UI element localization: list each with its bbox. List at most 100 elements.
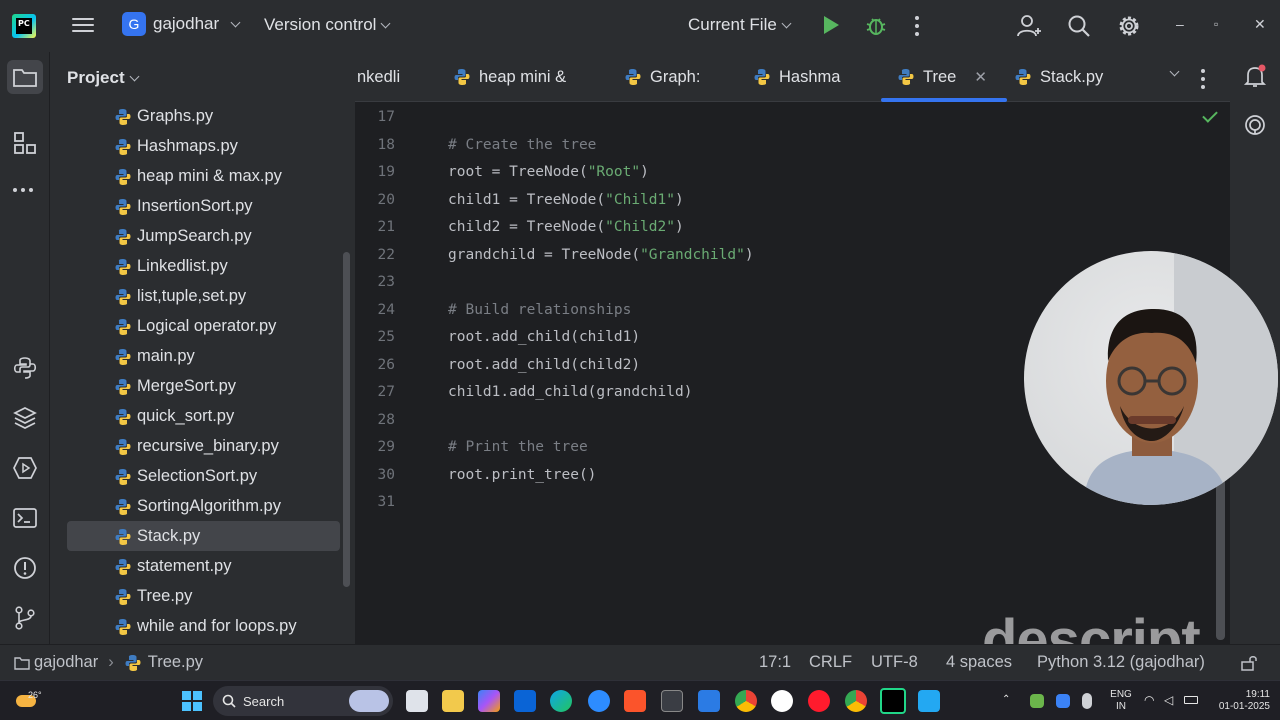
code-line[interactable]: root = TreeNode("Root")	[448, 164, 649, 180]
more-icon[interactable]	[915, 16, 921, 40]
file-tree-item[interactable]: quick_sort.py	[50, 401, 355, 431]
more-tools-icon[interactable]	[13, 188, 33, 196]
file-tree-item[interactable]: Logical operator.py	[50, 311, 355, 341]
run-config-selector[interactable]: Current File	[688, 15, 792, 35]
layers-icon[interactable]	[12, 405, 38, 431]
chrome-profile-icon[interactable]	[845, 690, 867, 712]
battery-icon[interactable]	[1184, 696, 1198, 704]
python-file-icon	[115, 109, 131, 125]
python-interpreter[interactable]: Python 3.12 (gajodhar)	[1037, 653, 1205, 672]
edge-icon[interactable]	[550, 690, 572, 712]
outlook-icon[interactable]	[514, 690, 536, 712]
run-icon[interactable]	[824, 16, 839, 34]
project-panel-title[interactable]: Project	[67, 68, 140, 88]
folder-icon[interactable]	[12, 64, 38, 90]
volume-icon[interactable]: ◁	[1164, 694, 1173, 706]
file-tree-item[interactable]: Stack.py	[67, 521, 340, 551]
add-user-icon[interactable]	[1016, 13, 1042, 39]
structure-icon[interactable]	[12, 130, 38, 156]
python-console-icon[interactable]	[12, 355, 38, 381]
tray-app-icon[interactable]	[1056, 694, 1070, 708]
close-tab-icon[interactable]: ✕	[974, 68, 987, 86]
minimize-icon[interactable]: –	[1176, 16, 1184, 32]
windows-start-icon[interactable]	[182, 691, 202, 711]
search-icon[interactable]	[1066, 13, 1092, 39]
file-tree-item[interactable]: InsertionSort.py	[50, 191, 355, 221]
file-tree-item[interactable]: Linkedlist.py	[50, 251, 355, 281]
file-tree-item[interactable]: SelectionSort.py	[50, 461, 355, 491]
project-scrollbar[interactable]	[343, 252, 350, 587]
tab-linkedlist[interactable]: nkedli	[357, 52, 400, 102]
line-ending[interactable]: CRLF	[809, 653, 852, 672]
close-icon[interactable]: ✕	[1254, 16, 1266, 33]
code-line[interactable]: # Print the tree	[448, 439, 588, 455]
file-tree-item[interactable]: Graphs.py	[50, 101, 355, 131]
code-line[interactable]: # Create the tree	[448, 137, 596, 153]
lock-icon[interactable]	[1240, 655, 1258, 671]
app-icon[interactable]	[771, 690, 793, 712]
vscode-icon[interactable]	[918, 690, 940, 712]
file-tree-item[interactable]: while and for loops.py	[50, 611, 355, 641]
notifications-icon[interactable]	[1243, 64, 1267, 90]
editor-scrollbar[interactable]	[1216, 470, 1225, 640]
code-line[interactable]: root.add_child(child2)	[448, 357, 640, 373]
code-line[interactable]: grandchild = TreeNode("Grandchild")	[448, 247, 754, 263]
file-tree-item[interactable]: SortingAlgorithm.py	[50, 491, 355, 521]
clock[interactable]: 19:11 01-01-2025	[1206, 689, 1270, 713]
copilot-icon[interactable]	[478, 690, 500, 712]
microphone-icon[interactable]	[1082, 693, 1092, 709]
language-indicator[interactable]: ENG IN	[1108, 689, 1134, 713]
indent-setting[interactable]: 4 spaces	[946, 653, 1012, 672]
wifi-icon[interactable]: ◠	[1144, 694, 1154, 706]
opera-icon[interactable]	[808, 690, 830, 712]
problems-icon[interactable]	[12, 555, 38, 581]
maximize-icon[interactable]: ▫	[1214, 17, 1218, 31]
git-icon[interactable]	[12, 605, 38, 631]
tray-app-icon[interactable]	[1030, 694, 1044, 708]
tab-hashmaps[interactable]: Hashma	[753, 52, 840, 102]
terminal-app-icon[interactable]	[661, 690, 683, 712]
code-line[interactable]: root.add_child(child1)	[448, 329, 640, 345]
file-explorer-icon[interactable]	[442, 690, 464, 712]
code-line[interactable]: child1.add_child(grandchild)	[448, 384, 692, 400]
tray-chevron-icon[interactable]: ⌃	[1002, 694, 1010, 706]
chrome-icon[interactable]	[735, 690, 757, 712]
code-line[interactable]: # Build relationships	[448, 302, 631, 318]
version-control-menu[interactable]: Version control	[264, 15, 391, 35]
notepad-icon[interactable]	[698, 690, 720, 712]
tab-tree[interactable]: Tree ✕	[881, 52, 1007, 102]
file-tree-item[interactable]: MergeSort.py	[50, 371, 355, 401]
file-tree-item[interactable]: statement.py	[50, 551, 355, 581]
file-tree-item[interactable]: recursive_binary.py	[50, 431, 355, 461]
taskbar-search[interactable]: Search	[213, 686, 393, 716]
tab-stack[interactable]: Stack.py	[1014, 52, 1103, 102]
cursor-position[interactable]: 17:1	[759, 653, 791, 672]
file-tree-item[interactable]: list,tuple,set.py	[50, 281, 355, 311]
brave-icon[interactable]	[624, 690, 646, 712]
tab-more-icon[interactable]	[1201, 69, 1207, 93]
file-tree-item[interactable]: JumpSearch.py	[50, 221, 355, 251]
file-tree-item[interactable]: Hashmaps.py	[50, 131, 355, 161]
tab-graphs[interactable]: Graph:	[624, 52, 700, 102]
project-switcher[interactable]: G gajodhar	[122, 12, 241, 36]
terminal-icon[interactable]	[12, 505, 38, 531]
zoom-icon[interactable]	[588, 690, 610, 712]
code-line[interactable]: child2 = TreeNode("Child2")	[448, 219, 684, 235]
file-tree-item[interactable]: Tree.py	[50, 581, 355, 611]
code-line[interactable]: child1 = TreeNode("Child1")	[448, 192, 684, 208]
services-icon[interactable]	[12, 455, 38, 481]
code-line[interactable]: root.print_tree()	[448, 467, 596, 483]
pycharm-taskbar-icon[interactable]	[880, 688, 906, 714]
weather-widget[interactable]: 26°	[14, 685, 44, 707]
main-menu-icon[interactable]	[72, 14, 94, 36]
task-view-icon[interactable]	[406, 690, 428, 712]
settings-icon[interactable]	[1116, 13, 1142, 39]
file-encoding[interactable]: UTF-8	[871, 653, 918, 672]
tab-list-chevron-icon[interactable]	[1169, 66, 1180, 77]
debug-icon[interactable]	[866, 14, 886, 36]
file-tree-item[interactable]: heap mini & max.py	[50, 161, 355, 191]
file-tree-item[interactable]: main.py	[50, 341, 355, 371]
breadcrumb[interactable]: gajodhar › Tree.py	[14, 653, 203, 672]
tab-heap[interactable]: heap mini &	[453, 52, 566, 102]
ai-assistant-icon[interactable]	[1243, 113, 1267, 137]
